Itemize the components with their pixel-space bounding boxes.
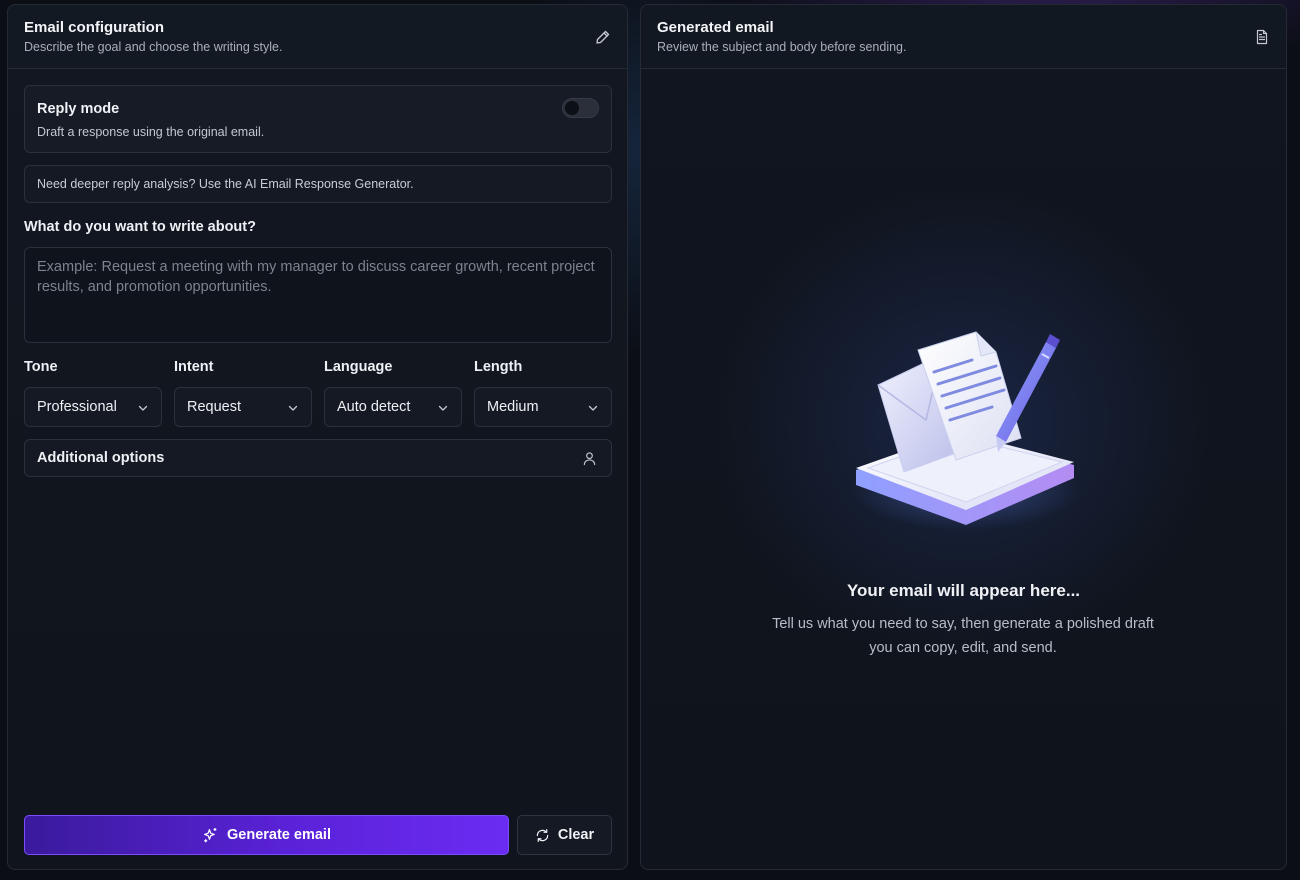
output-title: Generated email <box>657 19 774 36</box>
empty-state-description: Tell us what you need to say, then gener… <box>772 616 1154 656</box>
additional-options-label: Additional options <box>37 450 165 466</box>
document-icon[interactable] <box>1254 29 1270 45</box>
reply-mode-subtitle: Draft a response using the original emai… <box>37 125 265 139</box>
reply-analysis-note[interactable]: Need deeper reply analysis? Use the AI E… <box>24 165 612 203</box>
intent-value: Request <box>187 399 242 415</box>
length-value: Medium <box>487 399 539 415</box>
clear-label: Clear <box>557 827 595 843</box>
reply-analysis-note-text: Need deeper reply analysis? Use the AI E… <box>37 177 414 191</box>
clear-button[interactable]: Clear <box>517 815 612 855</box>
config-title: Email configuration <box>24 19 165 36</box>
output-header: Generated email Review the subject and b… <box>641 5 1286 69</box>
length-select[interactable]: Medium <box>474 387 612 427</box>
generate-email-label: Generate email <box>227 827 331 843</box>
language-select[interactable]: Auto detect <box>324 387 462 427</box>
config-subtitle: Describe the goal and choose the writing… <box>24 40 283 54</box>
chevron-down-icon <box>288 405 298 411</box>
output-subtitle: Review the subject and body before sendi… <box>657 40 907 54</box>
topic-input[interactable] <box>24 247 612 343</box>
chevron-down-icon <box>438 405 448 411</box>
sparkles-icon <box>204 827 217 842</box>
empty-state-title: Your email will appear here... <box>846 581 1081 600</box>
user-icon <box>583 452 596 466</box>
refresh-icon <box>536 828 549 842</box>
email-configuration-panel: Email configuration Describe the goal an… <box>7 4 628 870</box>
topic-label: What do you want to write about? <box>24 219 256 235</box>
reply-mode-card: Reply mode Draft a response using the or… <box>24 85 612 153</box>
reply-mode-title: Reply mode <box>37 101 120 117</box>
generated-email-panel: Generated email Review the subject and b… <box>640 4 1287 870</box>
reply-mode-toggle[interactable] <box>562 98 599 118</box>
email-illustration <box>851 331 1081 530</box>
intent-label: Intent <box>174 359 214 375</box>
generate-email-button[interactable]: Generate email <box>24 815 509 855</box>
chevron-down-icon <box>588 405 598 411</box>
length-label: Length <box>474 359 523 375</box>
language-label: Language <box>324 359 393 375</box>
intent-select[interactable]: Request <box>174 387 312 427</box>
config-header: Email configuration Describe the goal an… <box>8 5 627 69</box>
tone-label: Tone <box>24 359 58 375</box>
tone-value: Professional <box>37 399 117 415</box>
pencil-icon[interactable] <box>595 29 611 45</box>
chevron-down-icon <box>138 405 148 411</box>
toggle-knob <box>565 101 579 115</box>
language-value: Auto detect <box>337 399 411 415</box>
tone-select[interactable]: Professional <box>24 387 162 427</box>
additional-options-toggle[interactable]: Additional options <box>24 439 612 477</box>
